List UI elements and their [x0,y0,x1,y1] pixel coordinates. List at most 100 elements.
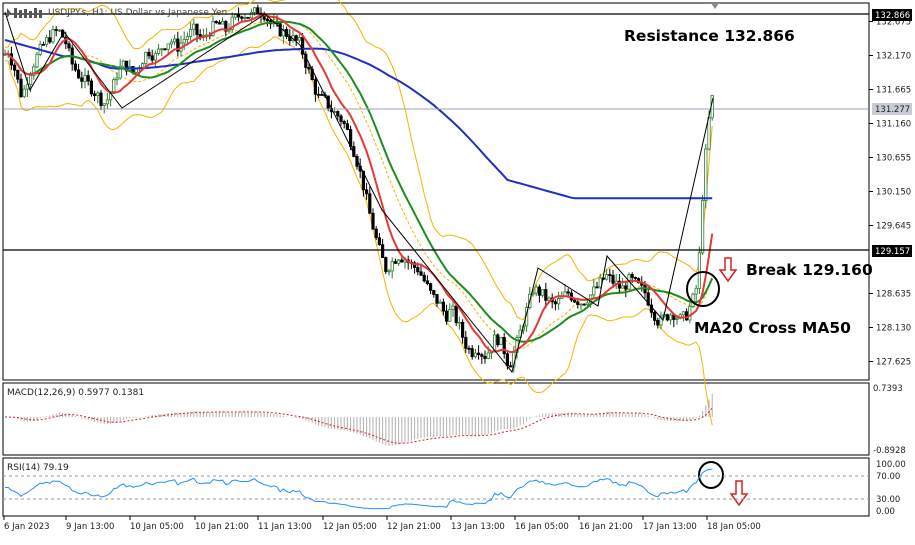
price-axis: 132.675132.170131.665131.160130.655130.1… [869,18,911,367]
time-tick-label: 11 Jan 13:00 [258,522,312,532]
candle-body [105,99,109,105]
candle-body [573,299,577,303]
candle-body [669,314,673,321]
candle-body [441,301,446,312]
candle-body [377,237,382,246]
candle-body [163,48,167,51]
candle-body [166,43,170,50]
candle-body [192,23,196,30]
candle-body [89,80,93,95]
candle-body [508,365,513,368]
candle-body [278,23,282,37]
price-tick-label: 129.645 [876,221,911,231]
rsi-label: RSI(14) 79.19 [7,463,69,473]
price-tick-label: 130.150 [876,188,911,198]
candle-body [400,259,404,263]
candle-body [387,270,391,273]
price-tick-label: 128.635 [876,289,911,299]
candle-body [467,347,471,350]
candle-body [428,283,433,291]
candle-body [368,193,372,214]
candle-body [153,52,157,61]
price-tick-label: 130.655 [876,154,911,164]
time-tick-label: 10 Jan 21:00 [195,522,249,532]
candle-body [243,16,247,19]
candle-body [12,64,17,71]
candle-body [499,337,503,346]
candle-body [444,310,449,322]
candle-body [140,63,145,69]
candle-body [480,354,484,357]
time-tick-label: 17 Jan 13:00 [643,522,697,532]
candle-body [384,257,388,272]
time-tick-label: 12 Jan 05:00 [323,522,377,532]
candle-body [54,29,58,31]
candle-body [93,93,97,96]
candle-body [102,103,106,106]
candle-body [592,286,596,296]
candle-body [460,321,465,338]
time-tick-label: 16 Jan 05:00 [515,522,569,532]
candle-body [169,41,173,45]
candle-body [435,294,439,304]
resistance-annotation: Resistance 132.866 [624,27,795,45]
candle-body [422,274,426,282]
candle-body [19,78,23,98]
candle-body [294,35,298,41]
candle-body [464,336,468,349]
candle-body [653,311,657,321]
candle-body [99,92,103,106]
support-price-badge: 129.157 [872,245,912,257]
candle-body [160,48,164,51]
time-tick-label: 16 Jan 21:00 [579,522,633,532]
rsi-tick-100: 100.00 [876,460,906,470]
candle-body [80,77,84,82]
candle-body [585,302,590,306]
candle-body [598,277,602,288]
price-tick-label: 131.160 [876,120,911,130]
candle-body [249,11,253,19]
candle-body [342,121,346,125]
svg-text:129.157: 129.157 [875,247,910,257]
candle-body [374,228,378,239]
candle-body [425,280,430,285]
candle-body [605,274,609,280]
current-price-badge: 131.277 [872,103,912,115]
candle-body [188,28,193,37]
price-tick-label: 127.625 [876,357,911,367]
macd-tick-bottom: -0.8928 [873,446,906,456]
candle-body [320,94,324,96]
candle-body [297,37,302,41]
candle-body [390,261,394,272]
candle-body [656,319,660,326]
candle-body [611,274,615,284]
candle-body [339,115,343,122]
candle-body [483,355,487,359]
candle-body [371,212,375,230]
candle-body [144,51,148,65]
candle-body [150,55,154,61]
time-tick-label: 9 Jan 13:00 [66,522,114,532]
candle-body [576,301,580,305]
candle-body [380,244,385,258]
macd-tick-top: 0.7393 [873,384,903,394]
candle-body [51,29,55,43]
candle-body [473,352,478,358]
candle-body [147,51,151,57]
candle-body [233,14,237,18]
rsi-tick-30: 30.00 [876,495,900,505]
candle-body [16,69,20,80]
candle-body [704,148,708,201]
candle-body [438,301,442,304]
price-tick-label: 131.665 [876,86,911,96]
time-tick-label: 18 Jan 05:00 [707,522,761,532]
time-tick-label: 6 Jan 2023 [4,522,50,532]
candle-body [77,69,81,79]
candle-body [121,60,125,67]
candle-body [393,261,398,264]
candle-body [364,189,369,195]
candle-body [694,287,698,295]
candle-body [236,14,241,18]
svg-text:132.866: 132.866 [875,11,910,21]
candle-body [448,308,452,322]
